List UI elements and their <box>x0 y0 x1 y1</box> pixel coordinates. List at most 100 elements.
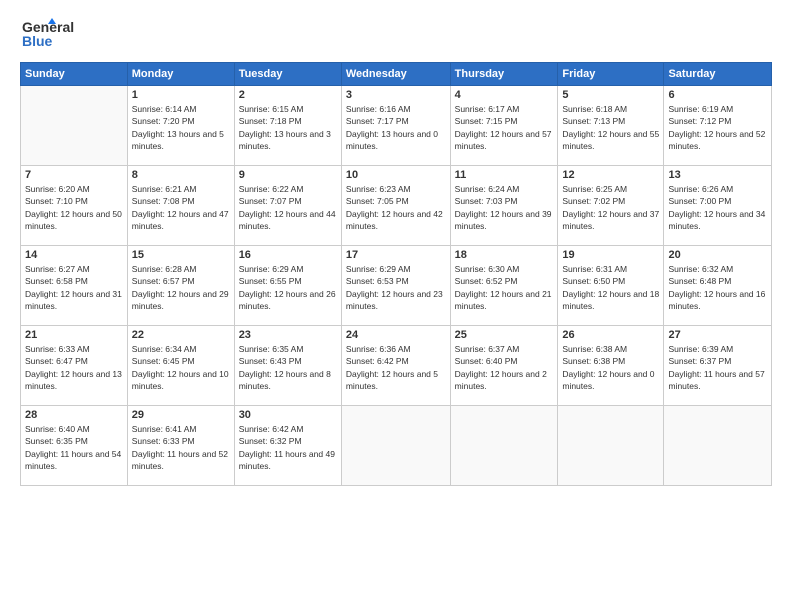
week-row-2: 7Sunrise: 6:20 AMSunset: 7:10 PMDaylight… <box>21 166 772 246</box>
day-number: 9 <box>239 169 337 181</box>
calendar-cell: 4 Sunrise: 6:17 AMSunset: 7:15 PMDaylight… <box>450 86 558 166</box>
calendar-cell: 19Sunrise: 6:31 AMSunset: 6:50 PMDayligh… <box>558 246 664 326</box>
day-number: 29 <box>132 409 230 421</box>
calendar-cell: 12 Sunrise: 6:25 AMSunset: 7:02 PMDayligh… <box>558 166 664 246</box>
day-info: Sunrise: 6:29 AMSunset: 6:53 PMDaylight:… <box>346 263 446 312</box>
calendar-cell: 27 Sunrise: 6:39 AMSunset: 6:37 PMDayligh… <box>664 326 772 406</box>
day-number: 4 <box>455 89 554 101</box>
calendar-cell <box>558 406 664 486</box>
day-number: 25 <box>455 329 554 341</box>
calendar-cell: 7Sunrise: 6:20 AMSunset: 7:10 PMDaylight… <box>21 166 128 246</box>
calendar-cell: 17 Sunrise: 6:29 AMSunset: 6:53 PMDayligh… <box>341 246 450 326</box>
logo: General Blue <box>20 16 90 52</box>
week-row-3: 14Sunrise: 6:27 AMSunset: 6:58 PMDayligh… <box>21 246 772 326</box>
calendar-cell: 11Sunrise: 6:24 AMSunset: 7:03 PMDayligh… <box>450 166 558 246</box>
day-number: 16 <box>239 249 337 261</box>
week-row-4: 21 Sunrise: 6:33 AMSunset: 6:47 PMDayligh… <box>21 326 772 406</box>
calendar-cell: 22 Sunrise: 6:34 AMSunset: 6:45 PMDayligh… <box>127 326 234 406</box>
day-number: 17 <box>346 249 446 261</box>
day-info: Sunrise: 6:26 AMSunset: 7:00 PMDaylight:… <box>668 183 767 232</box>
day-info: Sunrise: 6:17 AMSunset: 7:15 PMDaylight:… <box>455 103 554 152</box>
header: General Blue <box>20 16 772 52</box>
calendar-cell: 2 Sunrise: 6:15 AMSunset: 7:18 PMDaylight… <box>234 86 341 166</box>
day-number: 7 <box>25 169 123 181</box>
day-info: Sunrise: 6:37 AMSunset: 6:40 PMDaylight:… <box>455 343 554 392</box>
calendar-cell: 20 Sunrise: 6:32 AMSunset: 6:48 PMDayligh… <box>664 246 772 326</box>
day-info: Sunrise: 6:18 AMSunset: 7:13 PMDaylight:… <box>562 103 659 152</box>
weekday-friday: Friday <box>558 63 664 86</box>
day-number: 3 <box>346 89 446 101</box>
day-info: Sunrise: 6:14 AMSunset: 7:20 PMDaylight:… <box>132 103 230 152</box>
day-number: 22 <box>132 329 230 341</box>
calendar-cell: 10Sunrise: 6:23 AMSunset: 7:05 PMDayligh… <box>341 166 450 246</box>
calendar-cell: 3Sunrise: 6:16 AMSunset: 7:17 PMDaylight… <box>341 86 450 166</box>
day-info: Sunrise: 6:28 AMSunset: 6:57 PMDaylight:… <box>132 263 230 312</box>
day-info: Sunrise: 6:25 AMSunset: 7:02 PMDaylight:… <box>562 183 659 232</box>
day-info: Sunrise: 6:31 AMSunset: 6:50 PMDaylight:… <box>562 263 659 312</box>
day-number: 20 <box>668 249 767 261</box>
day-info: Sunrise: 6:29 AMSunset: 6:55 PMDaylight:… <box>239 263 337 312</box>
day-number: 26 <box>562 329 659 341</box>
calendar-cell: 25 Sunrise: 6:37 AMSunset: 6:40 PMDayligh… <box>450 326 558 406</box>
calendar-cell: 28Sunrise: 6:40 AMSunset: 6:35 PMDayligh… <box>21 406 128 486</box>
svg-text:Blue: Blue <box>22 33 53 49</box>
calendar-cell: 24 Sunrise: 6:36 AMSunset: 6:42 PMDayligh… <box>341 326 450 406</box>
day-number: 10 <box>346 169 446 181</box>
weekday-wednesday: Wednesday <box>341 63 450 86</box>
day-number: 12 <box>562 169 659 181</box>
day-info: Sunrise: 6:39 AMSunset: 6:37 PMDaylight:… <box>668 343 767 392</box>
day-number: 21 <box>25 329 123 341</box>
calendar-cell <box>341 406 450 486</box>
weekday-header-row: SundayMondayTuesdayWednesdayThursdayFrid… <box>21 63 772 86</box>
day-info: Sunrise: 6:22 AMSunset: 7:07 PMDaylight:… <box>239 183 337 232</box>
day-info: Sunrise: 6:32 AMSunset: 6:48 PMDaylight:… <box>668 263 767 312</box>
calendar-cell: 9 Sunrise: 6:22 AMSunset: 7:07 PMDaylight… <box>234 166 341 246</box>
calendar-cell: 18 Sunrise: 6:30 AMSunset: 6:52 PMDayligh… <box>450 246 558 326</box>
day-number: 6 <box>668 89 767 101</box>
calendar-cell: 21 Sunrise: 6:33 AMSunset: 6:47 PMDayligh… <box>21 326 128 406</box>
calendar-cell: 5 Sunrise: 6:18 AMSunset: 7:13 PMDaylight… <box>558 86 664 166</box>
calendar-cell: 13 Sunrise: 6:26 AMSunset: 7:00 PMDayligh… <box>664 166 772 246</box>
week-row-1: 1 Sunrise: 6:14 AMSunset: 7:20 PMDaylight… <box>21 86 772 166</box>
weekday-thursday: Thursday <box>450 63 558 86</box>
calendar-cell: 23 Sunrise: 6:35 AMSunset: 6:43 PMDayligh… <box>234 326 341 406</box>
day-number: 18 <box>455 249 554 261</box>
day-number: 13 <box>668 169 767 181</box>
day-number: 2 <box>239 89 337 101</box>
day-number: 15 <box>132 249 230 261</box>
day-info: Sunrise: 6:33 AMSunset: 6:47 PMDaylight:… <box>25 343 123 392</box>
weekday-tuesday: Tuesday <box>234 63 341 86</box>
day-info: Sunrise: 6:19 AMSunset: 7:12 PMDaylight:… <box>668 103 767 152</box>
calendar-cell: 14Sunrise: 6:27 AMSunset: 6:58 PMDayligh… <box>21 246 128 326</box>
calendar-cell: 8 Sunrise: 6:21 AMSunset: 7:08 PMDaylight… <box>127 166 234 246</box>
day-info: Sunrise: 6:21 AMSunset: 7:08 PMDaylight:… <box>132 183 230 232</box>
logo-icon: General Blue <box>20 16 90 52</box>
day-info: Sunrise: 6:30 AMSunset: 6:52 PMDaylight:… <box>455 263 554 312</box>
calendar-cell: 15 Sunrise: 6:28 AMSunset: 6:57 PMDayligh… <box>127 246 234 326</box>
day-number: 8 <box>132 169 230 181</box>
day-info: Sunrise: 6:34 AMSunset: 6:45 PMDaylight:… <box>132 343 230 392</box>
day-info: Sunrise: 6:41 AMSunset: 6:33 PMDaylight:… <box>132 423 230 472</box>
weekday-sunday: Sunday <box>21 63 128 86</box>
calendar-cell: 1 Sunrise: 6:14 AMSunset: 7:20 PMDaylight… <box>127 86 234 166</box>
day-number: 27 <box>668 329 767 341</box>
calendar-cell <box>450 406 558 486</box>
page: General Blue SundayMondayTuesdayWednesda… <box>0 0 792 612</box>
week-row-5: 28Sunrise: 6:40 AMSunset: 6:35 PMDayligh… <box>21 406 772 486</box>
day-info: Sunrise: 6:38 AMSunset: 6:38 PMDaylight:… <box>562 343 659 392</box>
calendar-cell: 26 Sunrise: 6:38 AMSunset: 6:38 PMDayligh… <box>558 326 664 406</box>
day-number: 24 <box>346 329 446 341</box>
calendar-table: SundayMondayTuesdayWednesdayThursdayFrid… <box>20 62 772 486</box>
weekday-monday: Monday <box>127 63 234 86</box>
day-number: 11 <box>455 169 554 181</box>
day-info: Sunrise: 6:35 AMSunset: 6:43 PMDaylight:… <box>239 343 337 392</box>
day-number: 23 <box>239 329 337 341</box>
day-info: Sunrise: 6:42 AMSunset: 6:32 PMDaylight:… <box>239 423 337 472</box>
weekday-saturday: Saturday <box>664 63 772 86</box>
day-number: 30 <box>239 409 337 421</box>
day-number: 1 <box>132 89 230 101</box>
day-info: Sunrise: 6:15 AMSunset: 7:18 PMDaylight:… <box>239 103 337 152</box>
day-number: 5 <box>562 89 659 101</box>
day-info: Sunrise: 6:36 AMSunset: 6:42 PMDaylight:… <box>346 343 446 392</box>
day-info: Sunrise: 6:40 AMSunset: 6:35 PMDaylight:… <box>25 423 123 472</box>
